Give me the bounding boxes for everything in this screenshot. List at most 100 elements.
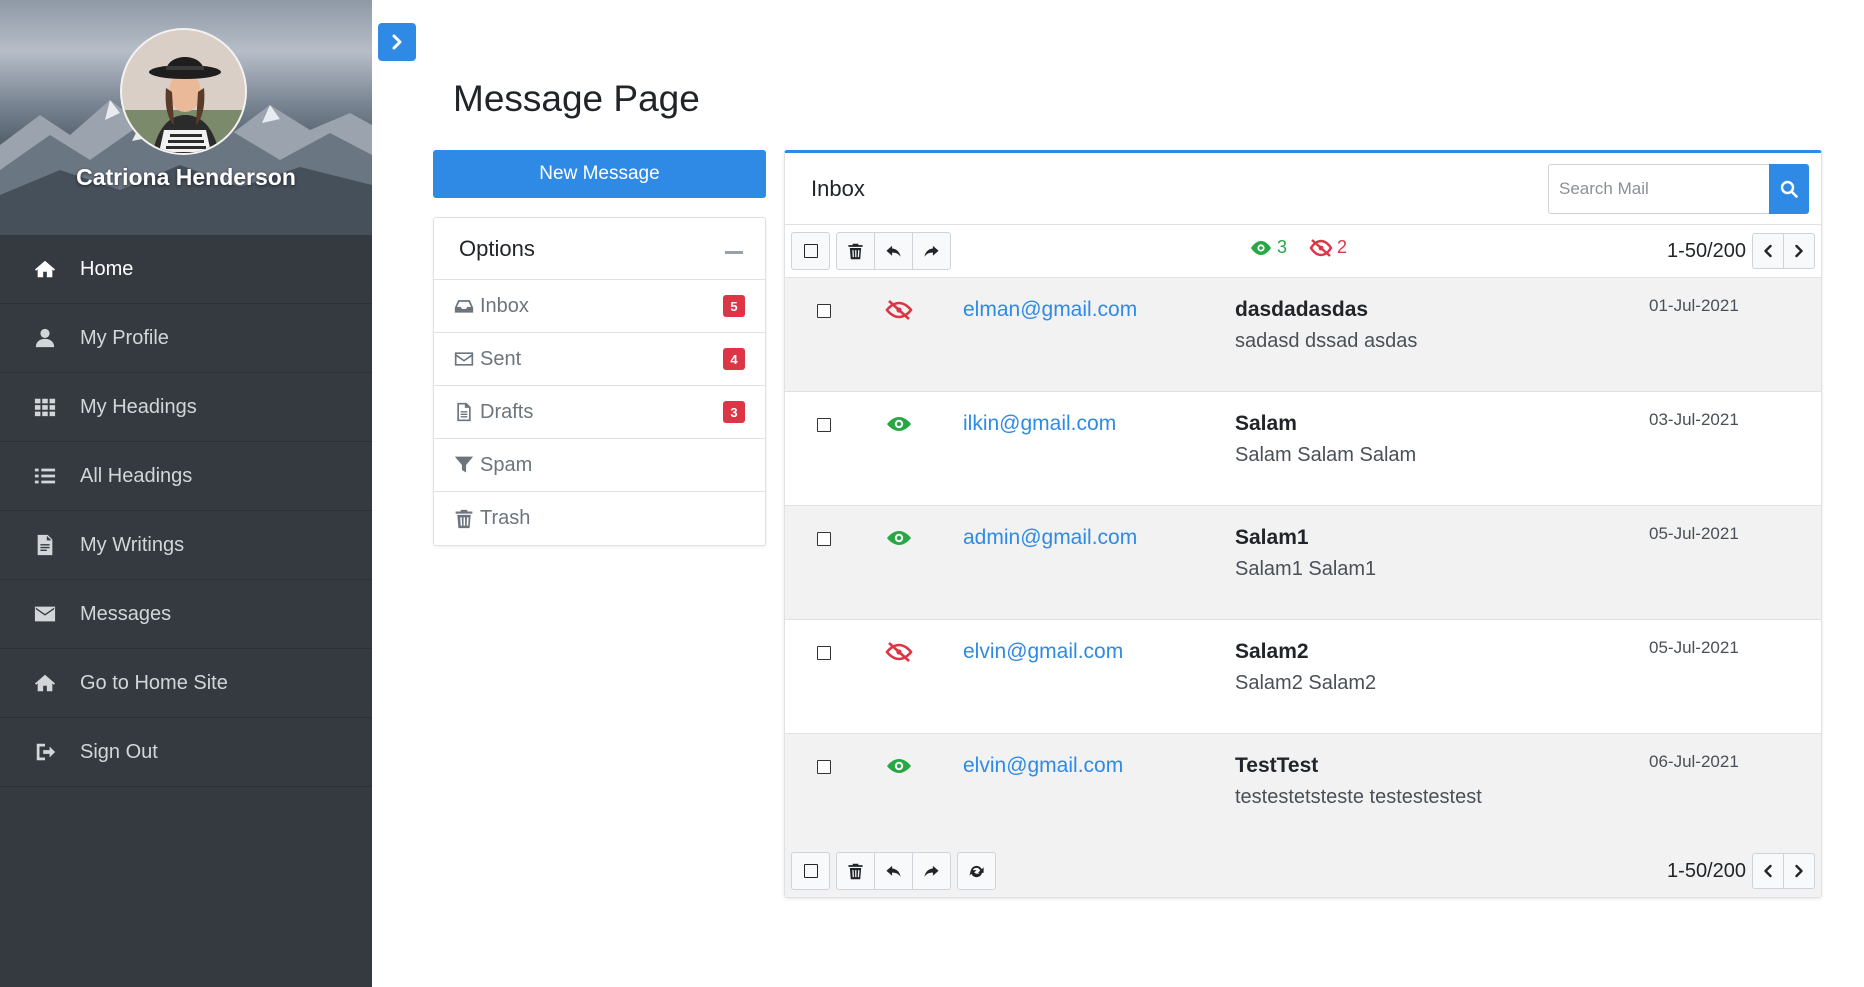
next-page-button[interactable]: [1783, 853, 1815, 889]
collapse-icon[interactable]: [725, 251, 743, 254]
search-box: [1548, 163, 1809, 214]
message-sender[interactable]: elvin@gmail.com: [963, 754, 1123, 778]
search-input[interactable]: [1548, 163, 1769, 214]
sidebar-item-messages[interactable]: Messages: [0, 580, 372, 649]
folder-label: Spam: [480, 453, 533, 476]
checkbox-icon: [803, 244, 818, 258]
user-icon: [34, 327, 56, 349]
message-row[interactable]: ilkin@gmail.com Salam Salam Salam Salam 03-…: [785, 392, 1821, 506]
count-badge: 5: [723, 295, 745, 317]
sidebar-item-label: Sign Out: [80, 740, 158, 763]
folder-label: Inbox: [480, 294, 529, 317]
list-icon: [34, 465, 56, 487]
profile-header: Catriona Henderson: [0, 0, 372, 235]
folder-inbox[interactable]: Inbox 5: [434, 280, 765, 333]
sidebar-toggle-button[interactable]: [378, 23, 416, 61]
refresh-icon: [969, 865, 984, 877]
sidebar-item-go-to-home-site[interactable]: Go to Home Site: [0, 649, 372, 718]
top-toolbar: 3 2 1-50/200: [785, 225, 1821, 277]
file-icon: [452, 401, 476, 423]
sidebar-item-my-headings[interactable]: My Headings: [0, 373, 372, 442]
message-preview: Salam2 Salam2: [1235, 672, 1377, 694]
forward-button[interactable]: [912, 232, 951, 270]
message-date: 03-Jul-2021: [1649, 410, 1739, 429]
options-title: Options: [459, 235, 535, 261]
message-date: 05-Jul-2021: [1649, 638, 1739, 657]
message-checkbox[interactable]: [817, 418, 831, 432]
previous-page-button[interactable]: [1752, 853, 1784, 889]
message-sender[interactable]: elman@gmail.com: [963, 298, 1137, 322]
sidebar-item-my-profile[interactable]: My Profile: [0, 304, 372, 373]
read-count-value: 3: [1277, 237, 1288, 257]
message-subject: Salam: [1235, 412, 1297, 435]
forward-icon: [924, 865, 939, 877]
sign-out-icon: [34, 741, 56, 763]
reply-button[interactable]: [874, 852, 913, 890]
folder-label: Trash: [480, 507, 531, 529]
folder-label: Drafts: [480, 400, 534, 423]
pager-range: 1-50/200: [1667, 239, 1746, 262]
message-checkbox[interactable]: [817, 532, 831, 546]
folder-spam[interactable]: Spam: [434, 439, 765, 492]
unread-count: 2: [1309, 237, 1347, 258]
sidebar-item-sign-out[interactable]: Sign Out: [0, 718, 372, 787]
action-button-group: [836, 232, 951, 270]
count-badge: 4: [723, 348, 745, 370]
envelope-icon: [452, 348, 476, 370]
message-date: 01-Jul-2021: [1649, 296, 1739, 315]
inbox-icon: [454, 296, 474, 316]
delete-button[interactable]: [836, 852, 875, 890]
eye-icon: [1251, 240, 1271, 255]
sidebar-item-all-headings[interactable]: All Headings: [0, 442, 372, 511]
message-subject: Salam2: [1235, 640, 1309, 663]
message-checkbox[interactable]: [817, 760, 831, 774]
trash-icon: [454, 509, 474, 529]
reply-button[interactable]: [874, 232, 913, 270]
sidebar-item-label: Go to Home Site: [80, 671, 228, 694]
sidebar-item-label: Home: [80, 257, 134, 280]
avatar[interactable]: [120, 28, 247, 155]
message-sender[interactable]: admin@gmail.com: [963, 526, 1137, 550]
sidebar-item-label: All Headings: [80, 464, 193, 487]
folder-list: Inbox 5 Sent 4 Drafts 3 Spam Trash: [434, 280, 765, 545]
search-button[interactable]: [1769, 163, 1809, 214]
delete-button[interactable]: [836, 232, 875, 270]
message-preview: Salam1 Salam1: [1235, 558, 1377, 580]
sidebar-item-my-writings[interactable]: My Writings: [0, 511, 372, 580]
folder-label: Sent: [480, 347, 522, 370]
new-message-button[interactable]: New Message: [433, 150, 766, 198]
chevron-right-icon: [392, 34, 402, 50]
select-all-checkbox[interactable]: [791, 852, 830, 890]
envelope-icon: [454, 349, 474, 369]
file-icon: [454, 402, 474, 422]
refresh-button[interactable]: [957, 852, 996, 890]
folder-sent[interactable]: Sent 4: [434, 333, 765, 386]
folder-trash[interactable]: Trash: [434, 492, 765, 545]
message-preview: Salam Salam Salam: [1235, 444, 1417, 466]
sidebar-item-label: Messages: [80, 602, 172, 625]
previous-page-button[interactable]: [1752, 233, 1784, 269]
sidebar-nav: Home My Profile My Headings All Headings My …: [0, 235, 372, 787]
folder-drafts[interactable]: Drafts 3: [434, 386, 765, 439]
chevron-right-icon: [1795, 244, 1803, 258]
home-icon: [30, 671, 60, 695]
message-row[interactable]: admin@gmail.com Salam1 Salam1 Salam1 05-Jul…: [785, 506, 1821, 620]
message-row[interactable]: elvin@gmail.com TestTest testestetsteste t…: [785, 734, 1821, 848]
message-checkbox[interactable]: [817, 304, 831, 318]
count-badge: 3: [723, 401, 745, 423]
trash-icon: [452, 508, 476, 530]
message-row[interactable]: elman@gmail.com dasdadasdas sadasd dssad a…: [785, 278, 1821, 392]
message-sender[interactable]: elvin@gmail.com: [963, 640, 1123, 664]
next-page-button[interactable]: [1783, 233, 1815, 269]
message-checkbox[interactable]: [817, 646, 831, 660]
message-row[interactable]: elvin@gmail.com Salam2 Salam2 Salam2 05-Jul…: [785, 620, 1821, 734]
sidebar: Catriona Henderson Home My Profile My Head…: [0, 0, 372, 987]
envelope-icon: [30, 602, 60, 626]
page-title: Message Page: [453, 78, 700, 119]
inbox-icon: [452, 295, 476, 317]
inbox-card: Inbox 3 2 1-50/200: [784, 150, 1822, 898]
sidebar-item-home[interactable]: Home: [0, 235, 372, 304]
message-sender[interactable]: ilkin@gmail.com: [963, 412, 1116, 436]
select-all-checkbox[interactable]: [791, 232, 830, 270]
forward-button[interactable]: [912, 852, 951, 890]
